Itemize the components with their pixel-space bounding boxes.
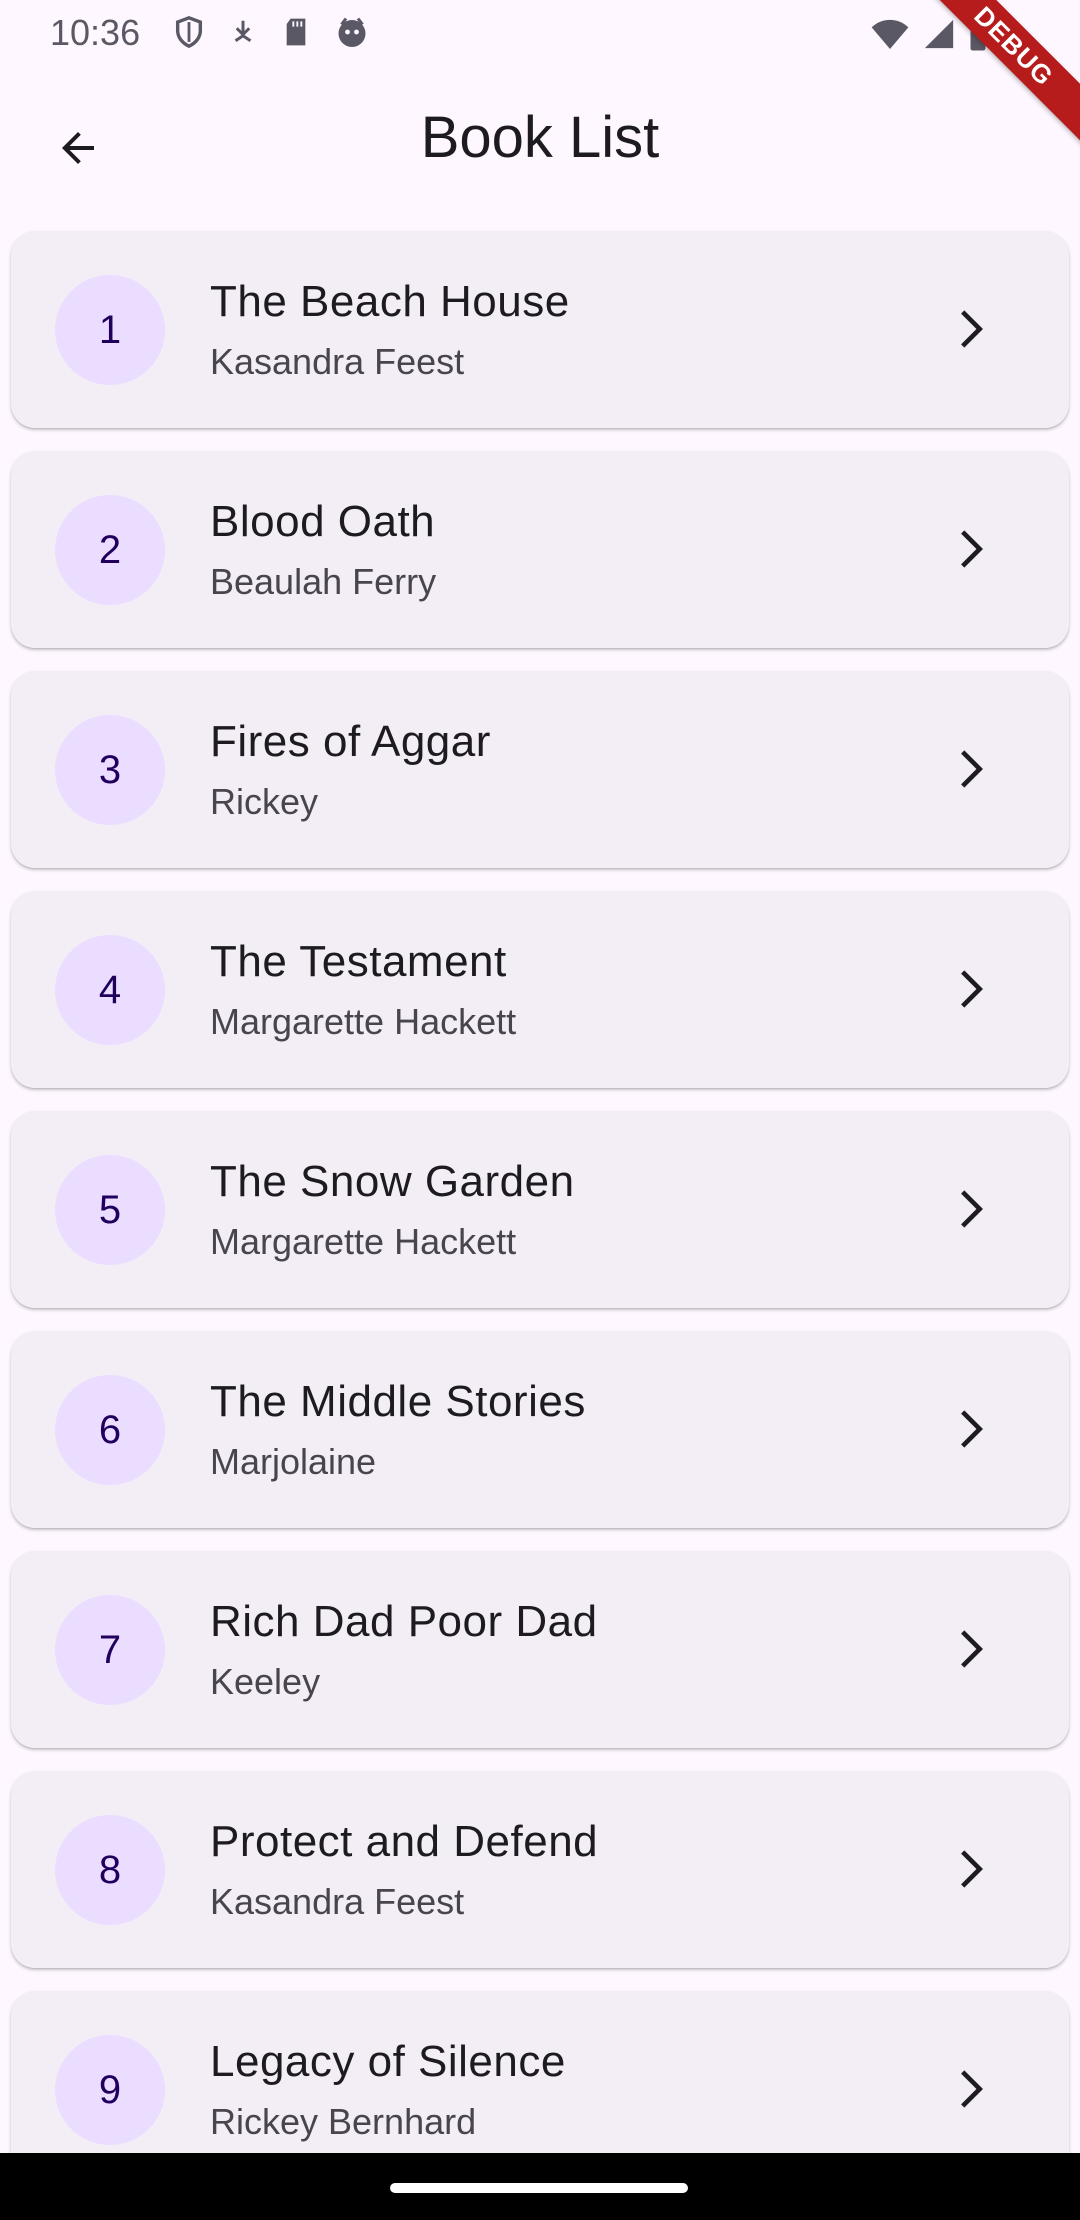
book-list-item[interactable]: 5 The Snow Garden Margarette Hackett xyxy=(11,1111,1069,1308)
book-title: Protect and Defend xyxy=(210,1817,599,1866)
chevron-right-icon xyxy=(961,1630,983,1668)
status-bar: 10:36 xyxy=(0,0,1080,66)
sd-card-icon xyxy=(280,14,312,50)
book-author: Kasandra Feest xyxy=(210,341,465,382)
page-title: Book List xyxy=(420,105,660,170)
chevron-right-icon xyxy=(961,970,983,1008)
chevron-right-icon xyxy=(961,530,983,568)
book-title: Rich Dad Poor Dad xyxy=(210,1597,598,1646)
book-list-item[interactable]: 8 Protect and Defend Kasandra Feest xyxy=(11,1771,1069,1968)
chevron-right-icon xyxy=(961,1190,983,1228)
book-author: Rickey xyxy=(210,781,319,822)
book-index-avatar: 5 xyxy=(55,1155,165,1265)
book-index-avatar: 7 xyxy=(55,1595,165,1705)
chevron-right-icon xyxy=(961,310,983,348)
book-author: Beaulah Ferry xyxy=(210,561,437,602)
shield-icon xyxy=(172,14,206,50)
book-list-item[interactable]: 4 The Testament Margarette Hackett xyxy=(11,891,1069,1088)
book-list-item[interactable]: 1 The Beach House Kasandra Feest xyxy=(11,231,1069,428)
chevron-right-icon xyxy=(961,1410,983,1448)
chevron-right-icon xyxy=(961,1850,983,1888)
chevron-right-icon xyxy=(961,2070,983,2108)
book-author: Margarette Hackett xyxy=(210,1001,517,1042)
book-index-avatar: 9 xyxy=(55,2035,165,2145)
book-title: The Snow Garden xyxy=(210,1157,575,1206)
book-index-avatar: 1 xyxy=(55,275,165,385)
system-nav-bar xyxy=(0,2153,1080,2220)
book-author: Rickey Bernhard xyxy=(210,2101,477,2142)
book-index-avatar: 4 xyxy=(55,935,165,1045)
book-title: Blood Oath xyxy=(210,497,436,546)
wifi-icon xyxy=(870,17,910,56)
book-author: Marjolaine xyxy=(210,1441,377,1482)
face-icon xyxy=(334,14,370,50)
book-list-item[interactable]: 2 Blood Oath Beaulah Ferry xyxy=(11,451,1069,648)
home-indicator[interactable] xyxy=(390,2183,688,2193)
book-list-item[interactable]: 7 Rich Dad Poor Dad Keeley xyxy=(11,1551,1069,1748)
book-list[interactable]: 1 The Beach House Kasandra Feest 2 Blood… xyxy=(11,231,1069,2211)
book-author: Keeley xyxy=(210,1661,321,1702)
signal-icon xyxy=(922,17,956,56)
book-title: Legacy of Silence xyxy=(210,2037,566,2086)
book-index-avatar: 6 xyxy=(55,1375,165,1485)
status-icons-left xyxy=(172,14,370,50)
book-title: The Middle Stories xyxy=(210,1377,586,1426)
book-title: The Testament xyxy=(210,937,507,986)
book-author: Margarette Hackett xyxy=(210,1221,517,1262)
book-index-avatar: 8 xyxy=(55,1815,165,1925)
app-bar: Book List xyxy=(0,66,1080,216)
status-time: 10:36 xyxy=(50,12,141,53)
book-list-item[interactable]: 3 Fires of Aggar Rickey xyxy=(11,671,1069,868)
book-index-avatar: 2 xyxy=(55,495,165,605)
book-title: Fires of Aggar xyxy=(210,717,491,766)
book-title: The Beach House xyxy=(210,277,570,326)
download-icon xyxy=(228,14,258,50)
book-author: Kasandra Feest xyxy=(210,1881,465,1922)
book-index-avatar: 3 xyxy=(55,715,165,825)
book-list-item[interactable]: 6 The Middle Stories Marjolaine xyxy=(11,1331,1069,1528)
chevron-right-icon xyxy=(961,750,983,788)
